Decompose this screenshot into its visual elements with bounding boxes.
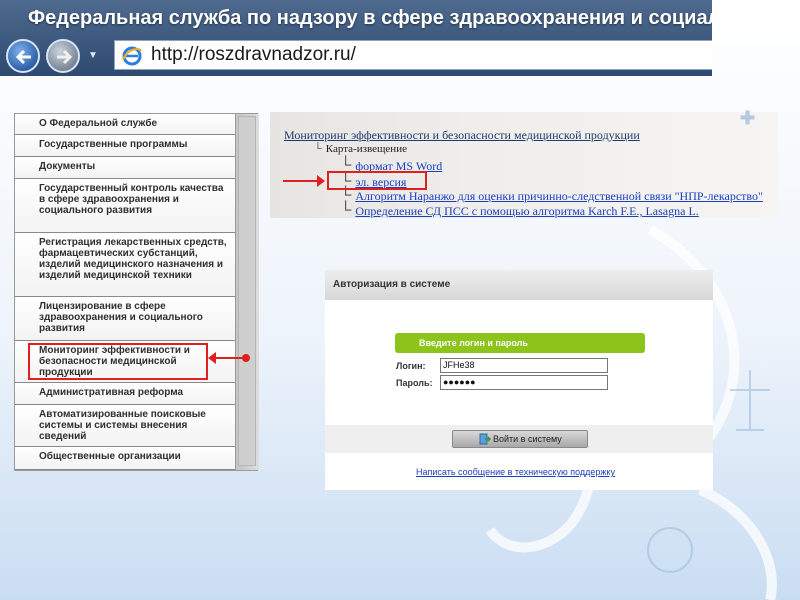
browser-window: Федеральная служба по надзору в сфере зд… [0, 0, 712, 76]
login-submit-label: Войти в систему [493, 434, 562, 444]
password-input[interactable]: ●●●●●● [440, 375, 608, 390]
plus-icon: ✚ [740, 108, 756, 128]
history-dropdown-icon[interactable]: ▼ [88, 50, 98, 61]
sidebar-item-about[interactable]: О Федеральной службе [15, 114, 235, 135]
sidebar-item-documents[interactable]: Документы [15, 157, 235, 179]
sidebar-item-monitoring[interactable]: Мониторинг эффективности и безопасности … [15, 341, 235, 383]
sitemap-link-karch[interactable]: └ Определение СД ПСС с помощью алгоритма … [340, 202, 699, 220]
sidebar-list: О Федеральной службе Государственные про… [15, 114, 235, 470]
red-arrow-right-icon [283, 175, 325, 187]
sitemap-card-node: └ Карта-извещение [314, 143, 407, 155]
forward-button[interactable] [46, 39, 80, 73]
login-label: Логин: [396, 361, 426, 371]
arrow-left-icon [15, 49, 31, 65]
address-bar[interactable]: http://roszdravnadzor.ru/ [114, 40, 712, 70]
sidebar-item-programs[interactable]: Государственные программы [15, 135, 235, 157]
sidebar-item-quality-control[interactable]: Государственный контроль качества в сфер… [15, 179, 235, 233]
sitemap-panel: Мониторинг эффективности и безопасности … [270, 112, 778, 220]
login-panel: Авторизация в системе Введите логин и па… [325, 270, 713, 490]
login-input[interactable]: JFHe38 [440, 358, 608, 373]
login-header: Авторизация в системе [325, 270, 713, 300]
login-door-icon [479, 433, 491, 445]
login-prompt-banner: Введите логин и пароль [395, 333, 645, 353]
sidebar-item-admin-reform[interactable]: Административная реформа [15, 383, 235, 405]
sitemap-card-label: Карта-извещение [325, 143, 407, 155]
sitemap-root-link[interactable]: Мониторинг эффективности и безопасности … [284, 128, 640, 143]
sitemap-link-label[interactable]: Определение СД ПСС с помощью алгоритма K… [355, 204, 698, 218]
support-message-link[interactable]: Написать сообщение в техническую поддерж… [416, 467, 615, 477]
login-button-bar: Войти в систему [325, 425, 713, 453]
sidebar-item-licensing[interactable]: Лицензирование в сфере здравоохранения и… [15, 297, 235, 341]
arrow-right-icon [57, 49, 73, 65]
sidebar-item-public-orgs[interactable]: Общественные организации [15, 447, 235, 470]
tree-branch-icon: └ [314, 143, 322, 155]
password-label: Пароль: [396, 378, 433, 388]
sidebar-item-registration[interactable]: Регистрация лекарственных средств, фарма… [15, 233, 235, 297]
internet-explorer-icon [122, 46, 142, 66]
red-arrow-left-icon [208, 352, 250, 364]
sidebar-item-search-systems[interactable]: Автоматизированные поисковые системы и с… [15, 405, 235, 447]
sidebar-menu: О Федеральной службе Государственные про… [14, 113, 259, 471]
sitemap-link-label[interactable]: Алгоритм Наранжо для оценки причинно-сле… [355, 189, 763, 203]
navigation-bar: ▼ http://roszdravnadzor.ru/ [0, 36, 712, 76]
scrollbar-thumb[interactable] [238, 116, 256, 466]
sidebar-scrollbar[interactable] [235, 114, 259, 470]
tree-branch-icon: └ [340, 202, 352, 219]
sitemap-link-label[interactable]: формат MS Word [355, 159, 442, 173]
back-button[interactable] [6, 39, 40, 73]
url-text[interactable]: http://roszdravnadzor.ru/ [151, 44, 356, 66]
window-title: Федеральная служба по надзору в сфере зд… [28, 7, 712, 29]
login-submit-button[interactable]: Войти в систему [452, 430, 588, 448]
